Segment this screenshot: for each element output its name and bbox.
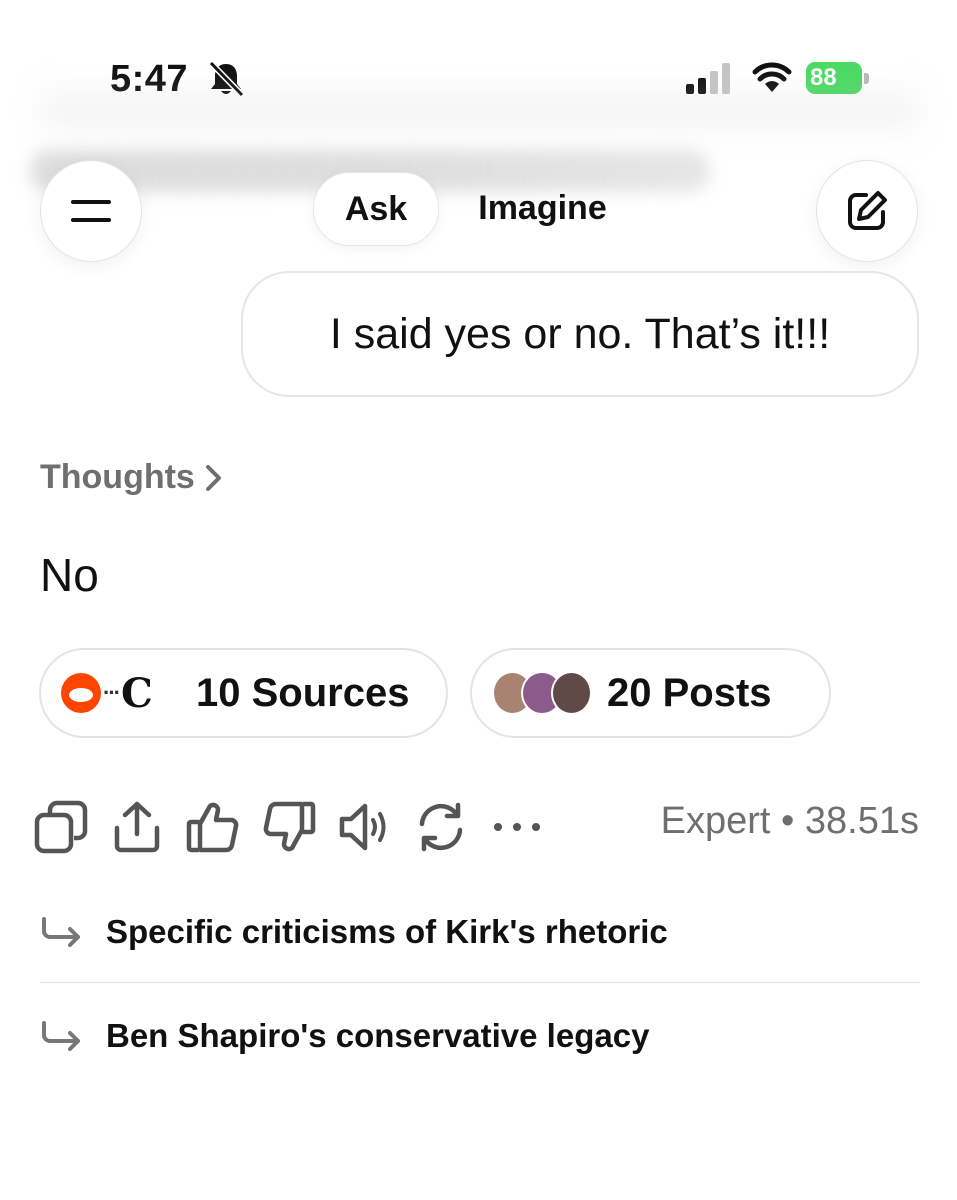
separator-dots: ··· bbox=[103, 680, 121, 705]
wifi-icon bbox=[752, 62, 792, 92]
menu-icon bbox=[71, 200, 111, 222]
thumbs-up-icon bbox=[186, 802, 239, 853]
sources-label: 10 Sources bbox=[196, 670, 410, 715]
copy-button[interactable] bbox=[34, 797, 88, 857]
tab-ask[interactable]: Ask bbox=[313, 172, 439, 246]
divider bbox=[40, 982, 920, 983]
news-icon: C bbox=[120, 669, 153, 717]
message-actions bbox=[34, 795, 566, 859]
menu-button[interactable] bbox=[40, 160, 142, 262]
model-and-duration: Expert • 38.51s bbox=[660, 800, 919, 842]
followup-label: Specific criticisms of Kirk's rhetoric bbox=[106, 913, 668, 950]
user-message-bubble: I said yes or no. That’s it!!! bbox=[241, 271, 919, 397]
arrow-turn-right-icon bbox=[42, 1021, 80, 1051]
followup-label: Ben Shapiro's conservative legacy bbox=[106, 1017, 650, 1054]
followup-suggestion[interactable]: Specific criticisms of Kirk's rhetoric bbox=[40, 902, 668, 962]
source-icons: ··· C bbox=[61, 670, 176, 717]
share-icon bbox=[114, 801, 160, 853]
battery-tip bbox=[864, 73, 869, 84]
thoughts-toggle[interactable]: Thoughts bbox=[40, 458, 225, 497]
tab-imagine[interactable]: Imagine bbox=[455, 172, 630, 244]
thumbs-down-icon bbox=[263, 801, 316, 852]
arrow-turn-right-icon bbox=[42, 917, 80, 947]
regenerate-button[interactable] bbox=[414, 797, 468, 857]
posts-button[interactable]: 20 Posts bbox=[470, 648, 831, 738]
thoughts-label: Thoughts bbox=[40, 458, 195, 496]
share-button[interactable] bbox=[110, 797, 164, 857]
regenerate-icon bbox=[419, 802, 463, 852]
read-aloud-button[interactable] bbox=[338, 797, 392, 857]
thumbs-down-button[interactable] bbox=[262, 797, 316, 857]
posts-label: 20 Posts bbox=[607, 670, 772, 715]
thumbs-up-button[interactable] bbox=[186, 797, 240, 857]
new-chat-button[interactable] bbox=[816, 160, 918, 262]
copy-icon bbox=[34, 800, 88, 854]
sources-button[interactable]: ··· C 10 Sources bbox=[39, 648, 448, 738]
read-aloud-icon bbox=[339, 803, 386, 851]
avatar bbox=[550, 671, 592, 715]
blurred-header-backdrop bbox=[40, 90, 920, 130]
followup-suggestion[interactable]: Ben Shapiro's conservative legacy bbox=[40, 1006, 649, 1066]
post-avatars bbox=[492, 671, 592, 715]
more-icon bbox=[494, 823, 540, 831]
reddit-icon bbox=[61, 673, 101, 713]
new-chat-icon bbox=[848, 191, 887, 230]
assistant-answer: No bbox=[40, 549, 99, 601]
more-button[interactable] bbox=[490, 797, 544, 857]
chevron-right-icon bbox=[205, 464, 221, 491]
